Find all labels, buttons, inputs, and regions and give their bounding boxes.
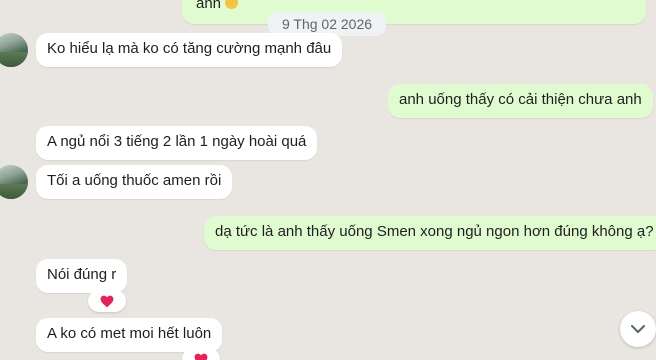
message-text: Tối a uống thuốc amen rồi (47, 172, 222, 189)
message-text: anh (196, 0, 222, 12)
message-incoming[interactable]: Nói đúng r (36, 259, 128, 293)
scroll-down-button[interactable] (620, 311, 656, 347)
message-outgoing-partial[interactable]: anh (182, 0, 646, 24)
heart-icon (100, 295, 114, 307)
reaction-badge[interactable] (88, 290, 126, 312)
chevron-down-icon (631, 325, 645, 333)
chat-window: anh 9 Thg 02 2026 Ko hiểu lạ mà ko có tă… (0, 0, 656, 360)
message-outgoing[interactable]: dạ tức là anh thấy uống Smen xong ngủ ng… (204, 216, 656, 250)
message-text: Nói đúng r (47, 266, 117, 283)
contact-avatar[interactable] (0, 33, 28, 67)
contact-avatar[interactable] (0, 165, 28, 199)
message-incoming[interactable]: Tối a uống thuốc amen rồi (36, 165, 233, 199)
message-text: A ko có met moi hết luôn (47, 325, 212, 342)
heart-icon (194, 353, 208, 360)
message-incoming[interactable]: A ngủ nổi 3 tiếng 2 lần 1 ngày hoài quá (36, 126, 318, 160)
message-text: dạ tức là anh thấy uống Smen xong ngủ ng… (215, 223, 654, 240)
message-incoming[interactable]: Ko hiểu lạ mà ko có tăng cường mạnh đâu (36, 33, 343, 67)
message-text: Ko hiểu lạ mà ko có tăng cường mạnh đâu (47, 40, 332, 57)
message-text: A ngủ nổi 3 tiếng 2 lần 1 ngày hoài quá (47, 133, 307, 150)
message-text: anh uống thấy có cải thiện chưa anh (399, 91, 642, 108)
smile-emoji-icon (225, 0, 239, 9)
message-incoming[interactable]: A ko có met moi hết luôn (36, 318, 223, 352)
message-outgoing[interactable]: anh uống thấy có cải thiện chưa anh (388, 84, 653, 118)
reaction-badge[interactable] (182, 348, 220, 360)
